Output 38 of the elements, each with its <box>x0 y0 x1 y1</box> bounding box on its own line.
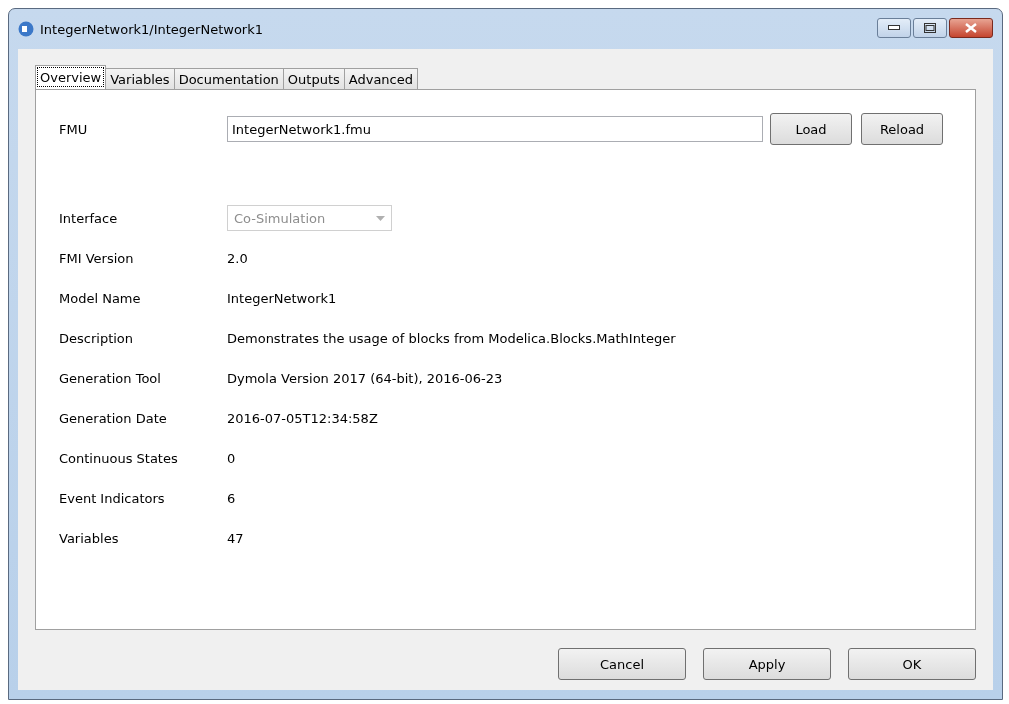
field-label: Model Name <box>59 290 142 306</box>
maximize-button[interactable] <box>913 18 947 38</box>
field-label: Continuous States <box>59 450 179 466</box>
field-label: Variables <box>59 530 120 546</box>
field-label: FMU <box>59 121 89 137</box>
field-value: 6 <box>227 490 236 506</box>
field-label: Event Indicators <box>59 490 166 506</box>
field-value: 2.0 <box>227 250 248 266</box>
field-value: 2016-07-05T12:34:58Z <box>227 410 378 426</box>
tab[interactable]: Advanced <box>343 68 418 89</box>
tab[interactable]: Documentation <box>173 68 284 89</box>
field-label: Generation Date <box>59 410 168 426</box>
caret-icon <box>376 215 385 221</box>
tab[interactable]: Variables <box>105 68 175 89</box>
field-value: IntegerNetwork1 <box>227 290 337 306</box>
tab[interactable]: Outputs <box>282 68 345 89</box>
dialog-button[interactable]: Cancel <box>558 648 686 680</box>
minimize-button[interactable] <box>877 18 911 38</box>
field-value: Demonstrates the usage of blocks from Modelica.Blocks.MathInteger <box>227 330 676 346</box>
window-title: IntegerNetwork1/IntegerNetwork1 <box>40 21 264 37</box>
tab[interactable]: Overview <box>35 65 107 89</box>
app-icon <box>18 21 34 37</box>
action-button[interactable]: Load <box>770 113 852 145</box>
field-label: Interface <box>59 210 119 226</box>
action-button[interactable]: Reload <box>861 113 943 145</box>
dialog-button[interactable]: Apply <box>703 648 831 680</box>
close-icon <box>965 23 977 33</box>
field-label: Description <box>59 330 135 346</box>
field-value: 0 <box>227 450 236 466</box>
field-label: Generation Tool <box>59 370 162 386</box>
close-button[interactable] <box>949 18 993 38</box>
field-label: FMI Version <box>59 250 135 266</box>
maximize-icon <box>924 23 936 33</box>
field-value: Dymola Version 2017 (64-bit), 2016-06-23 <box>227 370 503 386</box>
fmu-field[interactable]: IntegerNetwork1.fmu <box>227 116 763 142</box>
dialog-button[interactable]: OK <box>848 648 976 680</box>
field-value: 47 <box>227 530 244 546</box>
minimize-icon <box>888 25 900 31</box>
